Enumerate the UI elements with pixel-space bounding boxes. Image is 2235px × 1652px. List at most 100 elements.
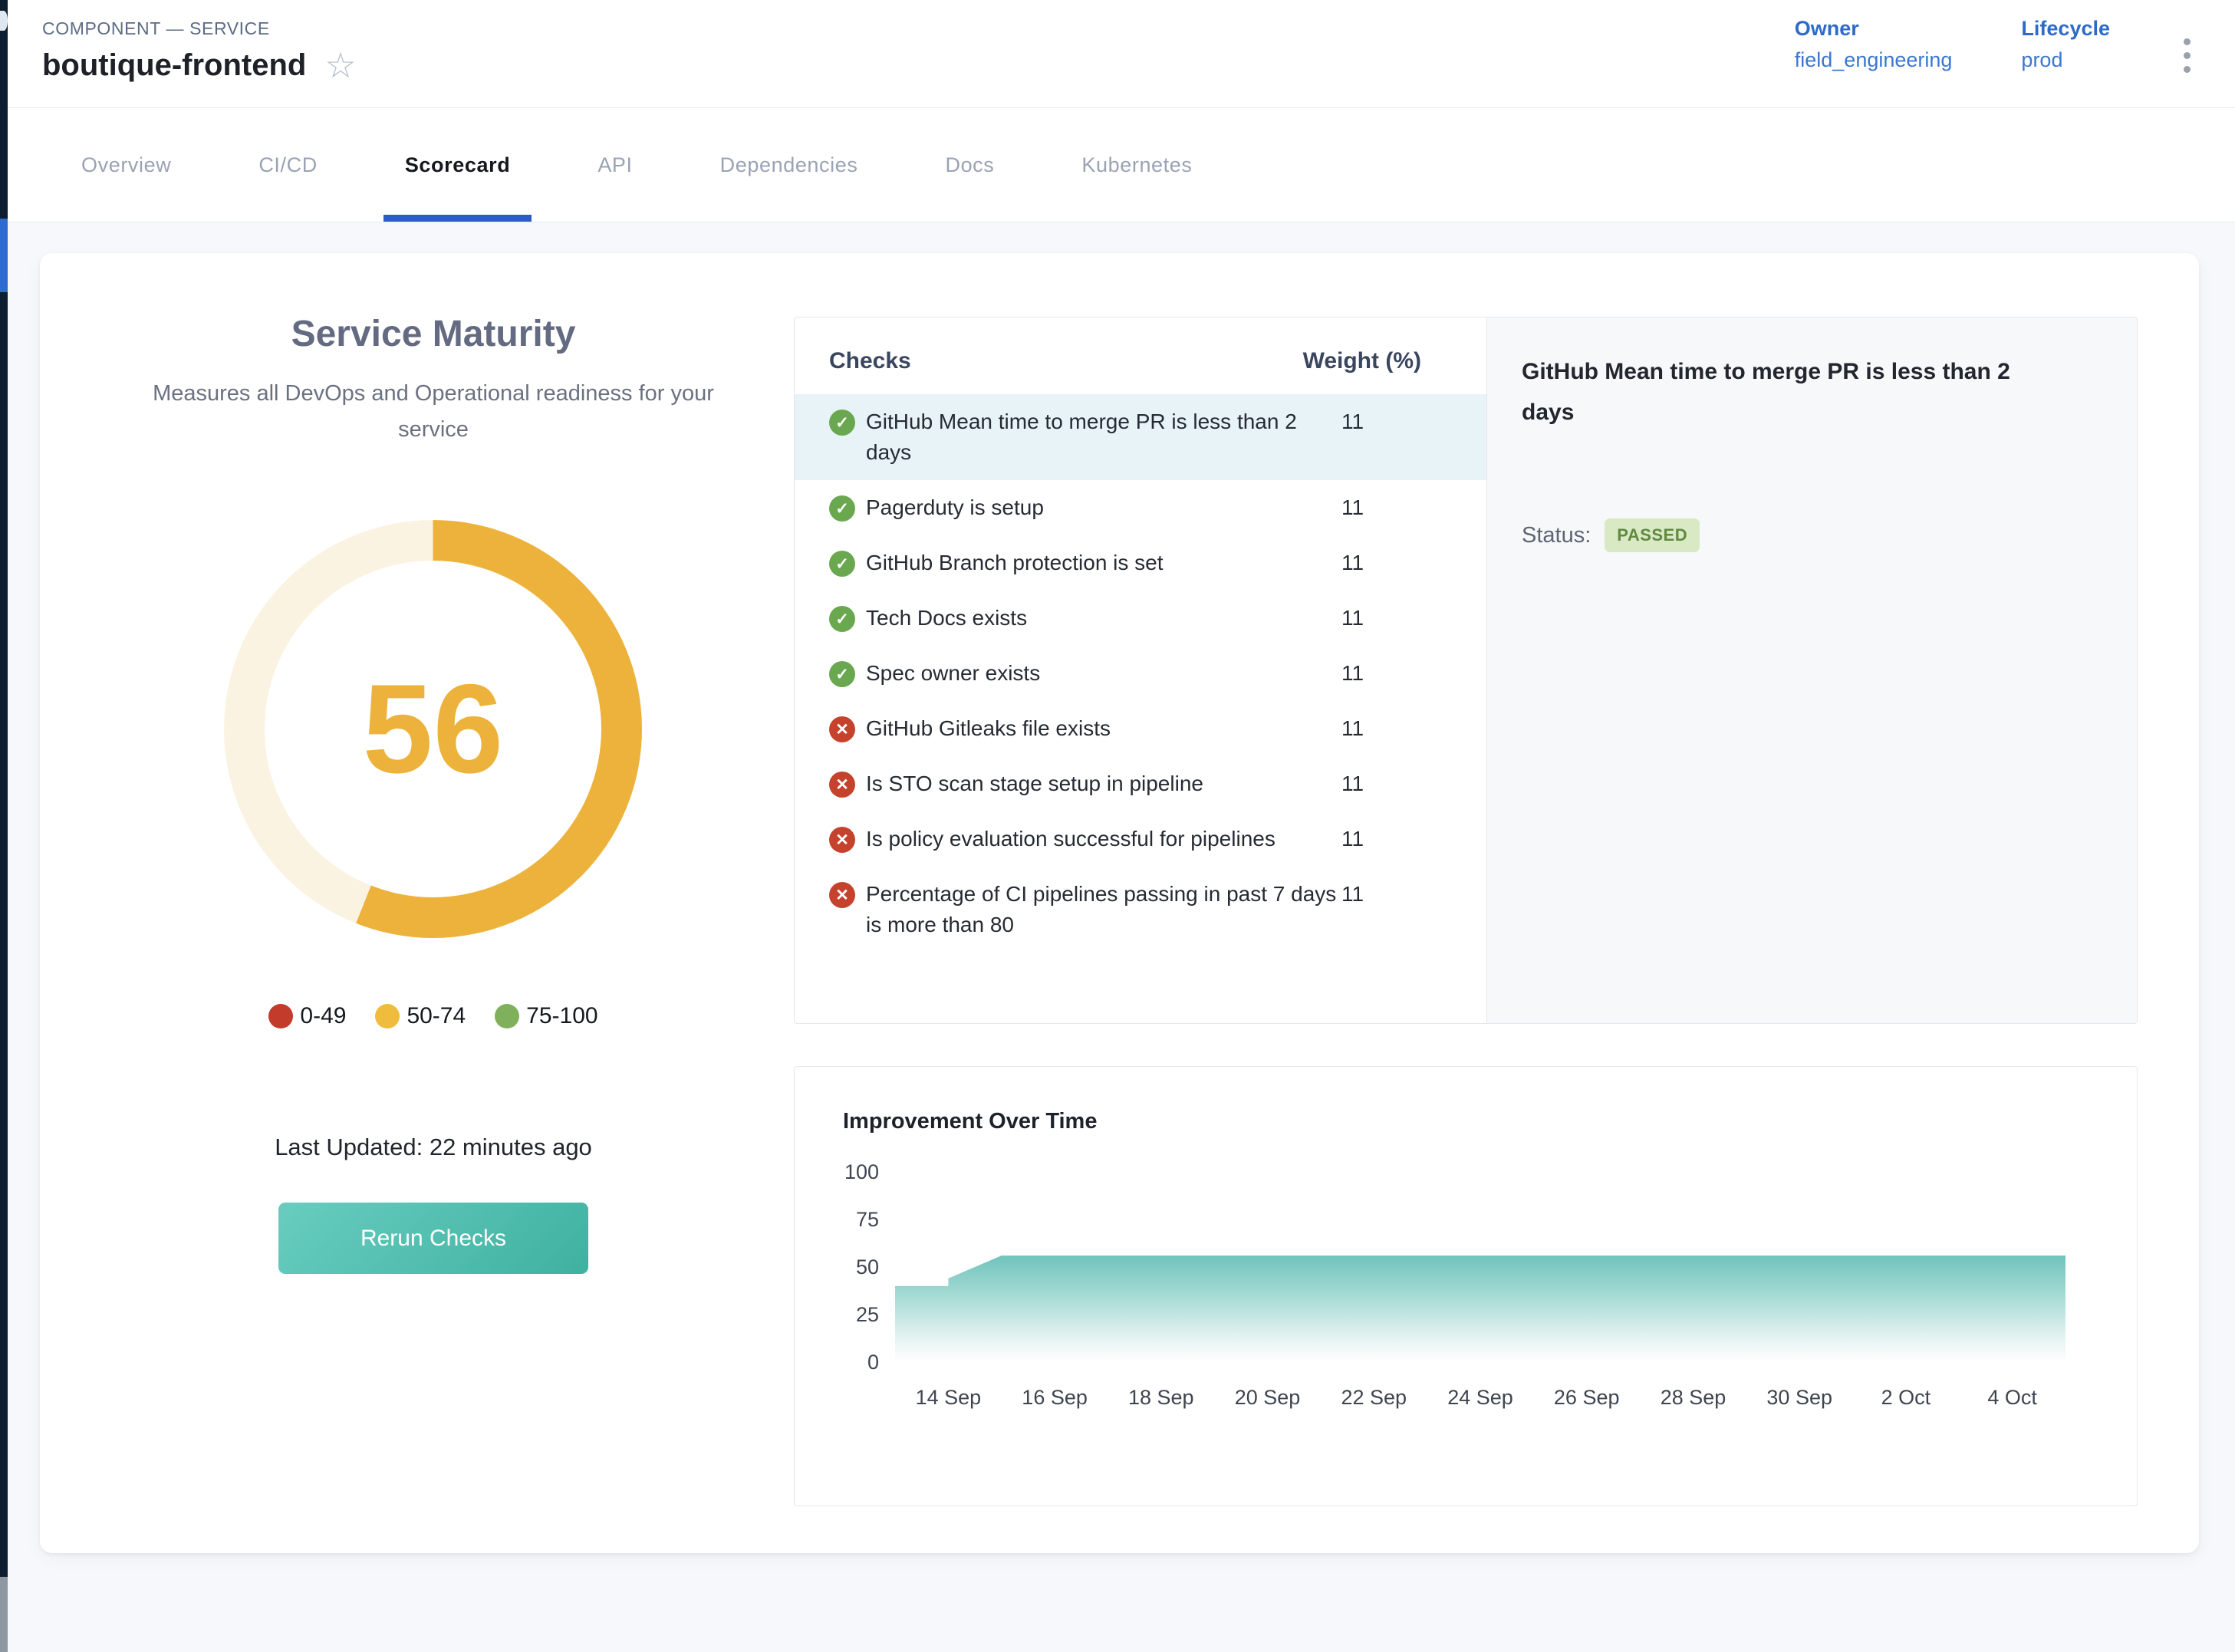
check-row[interactable]: ✓ GitHub Mean time to merge PR is less th… <box>795 394 1486 480</box>
legend-item: 0-49 <box>268 1003 346 1029</box>
check-weight: 11 <box>1341 824 1364 854</box>
check-label: Percentage of CI pipelines passing in pa… <box>866 879 1341 940</box>
check-passed-icon: ✓ <box>829 410 855 436</box>
checks-rows: ✓ GitHub Mean time to merge PR is less th… <box>795 394 1486 953</box>
legend-label: 50-74 <box>407 1003 466 1029</box>
svg-text:20 Sep: 20 Sep <box>1235 1386 1301 1409</box>
owner-label: Owner <box>1795 17 1953 41</box>
legend-dot-icon <box>375 1004 400 1028</box>
tab-overview[interactable]: Overview <box>60 108 193 222</box>
check-label: Is policy evaluation successful for pipe… <box>866 824 1341 854</box>
sidebar-footer-fragment <box>0 1577 8 1652</box>
lifecycle-value: prod <box>2021 48 2110 72</box>
owner-block: Owner field_engineering <box>1795 17 1953 72</box>
check-label: Is STO scan stage setup in pipeline <box>866 768 1341 799</box>
last-updated-text: Last Updated: 22 minutes ago <box>69 1134 798 1161</box>
page-title: boutique-frontend <box>42 48 306 83</box>
status-badge: PASSED <box>1605 518 1700 552</box>
tab-ci-cd[interactable]: CI/CD <box>237 108 339 222</box>
check-detail-panel: GitHub Mean time to merge PR is less tha… <box>1486 318 2137 1023</box>
svg-text:100: 100 <box>844 1160 879 1183</box>
scorecard-description: Measures all DevOps and Operational read… <box>134 376 732 448</box>
check-row[interactable]: ✓ Spec owner exists11 <box>795 646 1486 701</box>
checks-list-header: Checks Weight (%) <box>795 348 1486 374</box>
check-label: GitHub Mean time to merge PR is less tha… <box>866 406 1341 468</box>
more-options-menu-icon[interactable] <box>2179 28 2195 84</box>
check-passed-icon: ✓ <box>829 661 855 687</box>
check-detail-title: GitHub Mean time to merge PR is less tha… <box>1522 351 2059 433</box>
check-weight: 11 <box>1341 658 1364 689</box>
checks-list: Checks Weight (%) ✓ GitHub Mean time to m… <box>795 318 1486 1023</box>
tab-docs[interactable]: Docs <box>923 108 1015 222</box>
improvement-area-chart: 100 75 50 25 0 14 Sep 16 Sep 18 Sep 20 Sep 22 Se… <box>825 1147 2095 1439</box>
breadcrumb: COMPONENT — SERVICE <box>42 18 270 39</box>
improvement-chart-panel: Improvement Over Time 1007550250 14 Sep1… <box>794 1066 2138 1506</box>
favorite-star-icon[interactable]: ☆ <box>324 48 356 83</box>
check-label: Pagerduty is setup <box>866 492 1341 523</box>
tab-kubernetes[interactable]: Kubernetes <box>1060 108 1213 222</box>
scorecard-card: Service Maturity Measures all DevOps and… <box>40 253 2199 1553</box>
check-label: GitHub Branch protection is set <box>866 548 1341 578</box>
legend-item: 50-74 <box>375 1003 466 1029</box>
scorecard-title: Service Maturity <box>69 313 798 355</box>
tab-api[interactable]: API <box>576 108 653 222</box>
collapsed-sidebar <box>0 0 8 1652</box>
legend-label: 75-100 <box>526 1003 597 1029</box>
svg-text:16 Sep: 16 Sep <box>1022 1386 1088 1409</box>
rerun-checks-button[interactable]: Rerun Checks <box>278 1203 588 1274</box>
check-failed-icon: ✕ <box>829 772 855 798</box>
svg-text:4 Oct: 4 Oct <box>1987 1386 2037 1409</box>
svg-text:0: 0 <box>867 1351 879 1374</box>
check-row[interactable]: ✕ Percentage of CI pipelines passing in p… <box>795 867 1486 953</box>
svg-text:14 Sep: 14 Sep <box>916 1386 982 1409</box>
check-row[interactable]: ✕ Is STO scan stage setup in pipeline11 <box>795 756 1486 811</box>
check-weight: 11 <box>1341 492 1364 523</box>
check-failed-icon: ✕ <box>829 827 855 853</box>
check-label: Tech Docs exists <box>866 603 1341 633</box>
weight-column-header: Weight (%) <box>1303 348 1421 374</box>
check-row[interactable]: ✓ Tech Docs exists11 <box>795 591 1486 646</box>
sidebar-active-item-indicator[interactable] <box>0 219 8 292</box>
svg-text:18 Sep: 18 Sep <box>1128 1386 1194 1409</box>
check-weight: 11 <box>1341 713 1364 744</box>
service-maturity-summary: Service Maturity Measures all DevOps and… <box>69 253 798 1553</box>
legend-label: 0-49 <box>300 1003 346 1029</box>
check-weight: 11 <box>1341 548 1364 578</box>
owner-value-link[interactable]: field_engineering <box>1795 48 1953 72</box>
check-weight: 11 <box>1341 406 1364 437</box>
check-failed-icon: ✕ <box>829 716 855 742</box>
score-donut-chart: 56 <box>224 520 642 938</box>
score-value: 56 <box>363 657 504 801</box>
check-label: GitHub Gitleaks file exists <box>866 713 1341 744</box>
lifecycle-block: Lifecycle prod <box>2021 17 2110 72</box>
scorecard-page: COMPONENT — SERVICE boutique-frontend ☆ … <box>0 0 2235 1652</box>
check-failed-icon: ✕ <box>829 882 855 908</box>
chart-title: Improvement Over Time <box>843 1109 1097 1134</box>
check-row[interactable]: ✓ Pagerduty is setup11 <box>795 480 1486 535</box>
check-passed-icon: ✓ <box>829 606 855 632</box>
svg-text:50: 50 <box>856 1255 879 1278</box>
check-row[interactable]: ✓GitHub Branch protection is set11 <box>795 535 1486 591</box>
score-legend: 0-49 50-74 75-100 <box>69 1003 798 1029</box>
check-row[interactable]: ✕ Is policy evaluation successful for pip… <box>795 811 1486 867</box>
check-weight: 11 <box>1341 603 1364 633</box>
check-weight: 11 <box>1341 768 1364 799</box>
sidebar-logo-fragment <box>0 11 8 31</box>
entity-tabbar: Overview CI/CD Scorecard API Dependencies Doc… <box>8 108 2235 222</box>
check-label: Spec owner exists <box>866 658 1341 689</box>
check-row[interactable]: ✕ GitHub Gitleaks file exists11 <box>795 701 1486 756</box>
svg-text:26 Sep: 26 Sep <box>1554 1386 1620 1409</box>
legend-item: 75-100 <box>495 1003 597 1029</box>
entity-header: COMPONENT — SERVICE boutique-frontend ☆ … <box>8 0 2235 108</box>
svg-text:30 Sep: 30 Sep <box>1766 1386 1832 1409</box>
tab-scorecard[interactable]: Scorecard <box>383 108 532 222</box>
tab-dependencies[interactable]: Dependencies <box>699 108 880 222</box>
status-label: Status: <box>1522 523 1591 548</box>
svg-text:28 Sep: 28 Sep <box>1661 1386 1726 1409</box>
check-passed-icon: ✓ <box>829 495 855 522</box>
svg-text:22 Sep: 22 Sep <box>1341 1386 1407 1409</box>
svg-text:24 Sep: 24 Sep <box>1447 1386 1513 1409</box>
legend-dot-icon <box>495 1004 519 1028</box>
svg-text:25: 25 <box>856 1303 879 1326</box>
svg-text:75: 75 <box>856 1208 879 1231</box>
